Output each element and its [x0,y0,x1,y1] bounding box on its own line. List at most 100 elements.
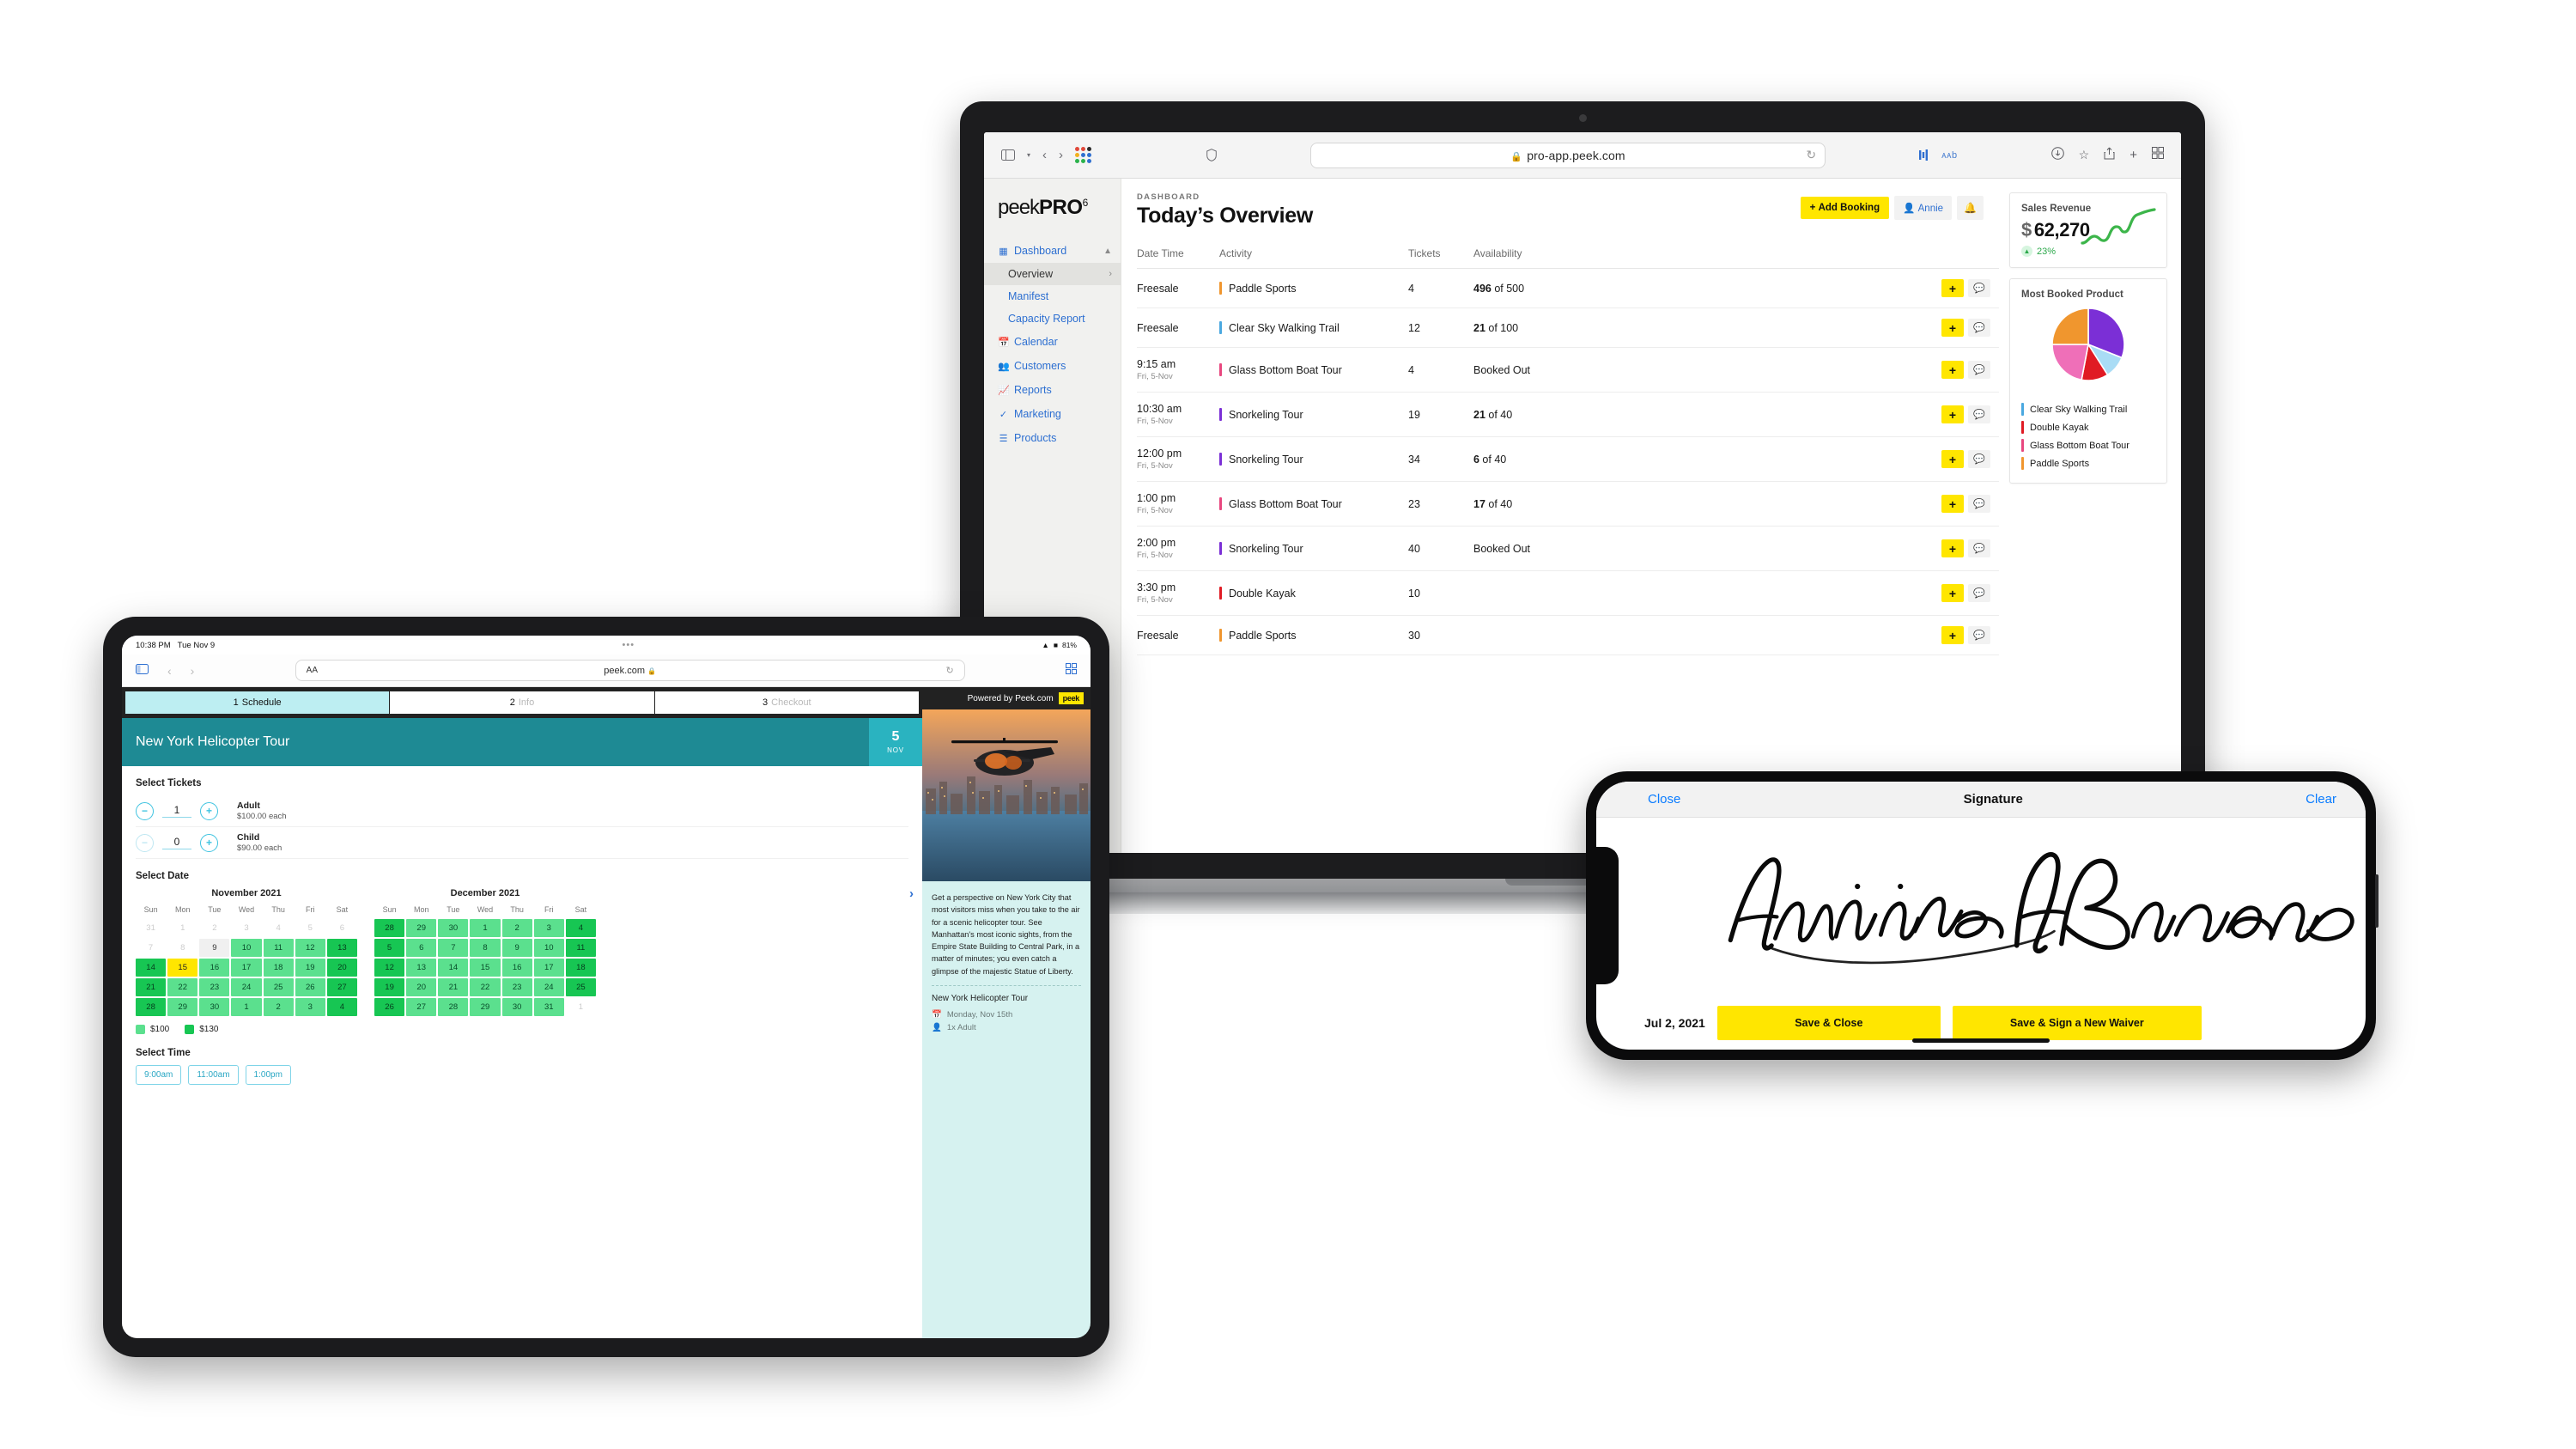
calendar-day[interactable]: 10 [231,939,262,957]
back-arrow-icon[interactable]: ‹ [167,664,172,678]
sidebar-item-manifest[interactable]: Manifest [984,285,1121,307]
calendar-day[interactable]: 22 [470,978,501,996]
add-booking-row-button[interactable]: + [1941,495,1964,513]
save-sign-new-waiver-button[interactable]: Save & Sign a New Waiver [1952,1006,2202,1040]
calendar-day[interactable]: 29 [406,919,437,937]
calendar-day[interactable]: 26 [295,978,325,996]
calendar-day[interactable]: 17 [231,959,262,977]
tab-overview-icon[interactable] [2151,147,2164,163]
save-close-button[interactable]: Save & Close [1716,1006,1941,1040]
time-option-button[interactable]: 1:00pm [245,1065,291,1085]
sidebar-item-dashboard[interactable]: ▦ Dashboard ▲ [984,239,1121,263]
calendar-day[interactable]: 24 [231,978,262,996]
calendar-day[interactable]: 23 [501,978,532,996]
message-row-button[interactable]: 💬 [1968,450,1990,468]
calendar-day[interactable]: 28 [136,998,167,1016]
calendar-day[interactable]: 12 [374,959,405,977]
calendar-day[interactable]: 2 [263,998,294,1016]
calendar-day[interactable]: 20 [326,959,357,977]
add-booking-row-button[interactable]: + [1941,405,1964,423]
calendar-day[interactable]: 30 [501,998,532,1016]
tab-overview-icon[interactable] [1066,662,1077,679]
calendar-day[interactable]: 24 [533,978,564,996]
calendar-day[interactable]: 30 [199,998,230,1016]
calendar-day[interactable]: 14 [438,959,469,977]
message-row-button[interactable]: 💬 [1968,626,1990,644]
calendar-day[interactable]: 28 [438,998,469,1016]
user-menu-button[interactable]: 👤 Annie [1894,196,1953,220]
add-booking-row-button[interactable]: + [1941,584,1964,602]
table-row[interactable]: 3:30 pm Fri, 5-Nov Double Kayak 10 + 💬 [1137,570,1999,616]
calendar-day[interactable]: 27 [326,978,357,996]
reload-icon[interactable]: ↻ [1806,148,1816,162]
add-booking-row-button[interactable]: + [1941,319,1964,337]
star-icon[interactable]: ☆ [2079,148,2090,162]
close-button[interactable]: Close [1648,792,1680,807]
calendar-day[interactable]: 11 [565,939,596,957]
increment-adult-button[interactable]: + [200,801,218,820]
calendar-day[interactable]: 29 [470,998,501,1016]
calendar-day[interactable]: 23 [199,978,230,996]
step-info[interactable]: 2 Info [390,691,654,714]
calendar-day[interactable]: 12 [295,939,325,957]
add-booking-button[interactable]: + Add Booking [1800,197,1890,219]
calendar-day[interactable]: 15 [167,959,198,977]
time-option-button[interactable]: 9:00am [136,1065,182,1085]
calendar-day[interactable]: 16 [501,959,532,977]
calendar-day[interactable]: 9 [199,939,230,957]
message-row-button[interactable]: 💬 [1968,495,1990,513]
calendar-day[interactable]: 19 [295,959,325,977]
add-booking-row-button[interactable]: + [1941,361,1964,379]
share-icon[interactable] [2104,147,2115,164]
calendar-day[interactable]: 3 [295,998,325,1016]
calendar-day[interactable]: 19 [374,978,405,996]
table-row[interactable]: 2:00 pm Fri, 5-Nov Snorkeling Tour 40 Booked… [1137,526,1999,571]
forward-arrow-icon[interactable]: › [1059,148,1063,162]
forward-arrow-icon[interactable]: › [191,664,195,678]
calendar-day[interactable]: 5 [374,939,405,957]
table-row[interactable]: 9:15 am Fri, 5-Nov Glass Bottom Boat Tour 4… [1137,347,1999,393]
calendar-day[interactable]: 10 [533,939,564,957]
table-row[interactable]: Freesale Paddle Sports 4 496 of 500 + 💬 [1137,268,1999,308]
step-checkout[interactable]: 3 Checkout [654,691,919,714]
calendar-day[interactable]: 1 [231,998,262,1016]
reload-icon[interactable]: ↻ [945,665,953,676]
calendar-day[interactable]: 28 [374,919,405,937]
decrement-child-button[interactable]: − [136,833,154,852]
calendar-day[interactable]: 29 [167,998,198,1016]
calendar-day[interactable]: 11 [263,939,294,957]
table-row[interactable]: Freesale Paddle Sports 30 + 💬 [1137,615,1999,655]
sidebar-item-customers[interactable]: 👥 Customers [984,354,1121,378]
calendar-day[interactable]: 3 [533,919,564,937]
back-arrow-icon[interactable]: ‹ [1042,148,1047,162]
notifications-button[interactable]: 🔔 [1957,196,1984,220]
chevron-down-icon[interactable]: ▾ [1027,151,1030,159]
message-row-button[interactable]: 💬 [1968,319,1990,337]
calendar-day[interactable]: 9 [501,939,532,957]
sidebar-item-capacity-report[interactable]: Capacity Report [984,307,1121,330]
calendar-day[interactable]: 30 [438,919,469,937]
calendar-day[interactable]: 31 [533,998,564,1016]
message-row-button[interactable]: 💬 [1968,539,1990,557]
message-row-button[interactable]: 💬 [1968,279,1990,297]
calendar-day[interactable]: 6 [406,939,437,957]
calendar-day[interactable]: 18 [263,959,294,977]
table-row[interactable]: 12:00 pm Fri, 5-Nov Snorkeling Tour 34 6 of … [1137,436,1999,482]
add-booking-row-button[interactable]: + [1941,626,1964,644]
calendar-day[interactable]: 21 [136,978,167,996]
sidebar-item-calendar[interactable]: 📅 Calendar [984,330,1121,354]
calendar-day[interactable]: 1 [470,919,501,937]
time-option-button[interactable]: 11:00am [188,1065,239,1085]
calendar-day[interactable]: 15 [470,959,501,977]
message-row-button[interactable]: 💬 [1968,405,1990,423]
message-row-button[interactable]: 💬 [1968,361,1990,379]
calendar-day[interactable]: 13 [406,959,437,977]
step-schedule[interactable]: 1 Schedule [125,691,390,714]
calendar-day[interactable]: 26 [374,998,405,1016]
decrement-adult-button[interactable]: − [136,801,154,820]
calendar-day[interactable]: 22 [167,978,198,996]
calendar-day[interactable]: 20 [406,978,437,996]
calendar-day[interactable]: 17 [533,959,564,977]
sidebar-item-marketing[interactable]: ✓ Marketing [984,402,1121,426]
table-row[interactable]: Freesale Clear Sky Walking Trail 12 21 of 1… [1137,307,1999,348]
